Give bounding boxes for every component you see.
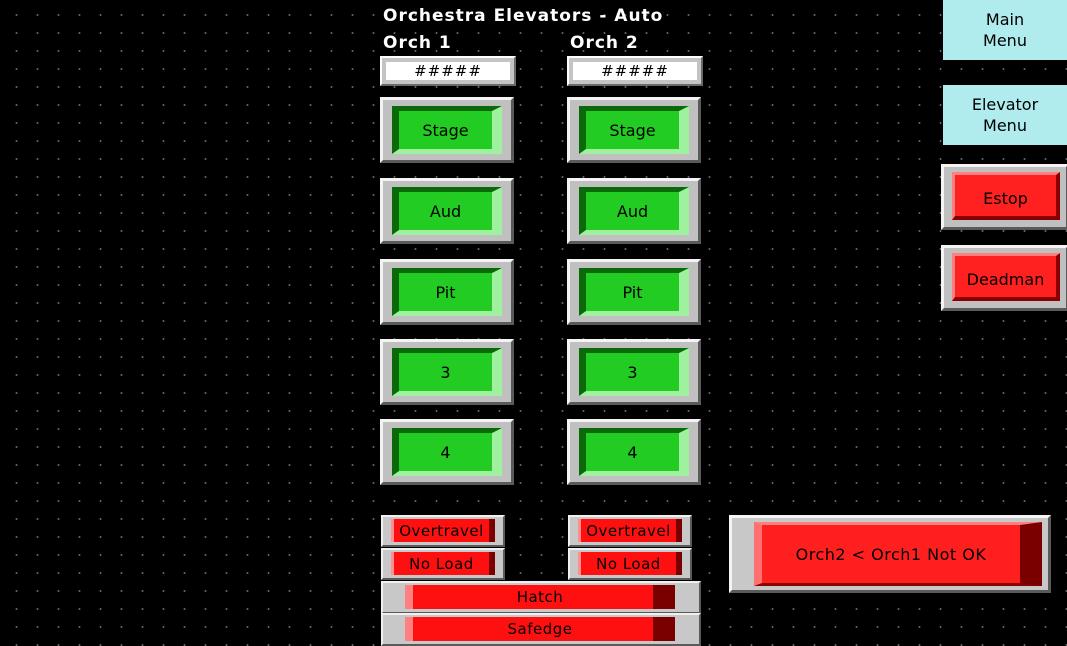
orch1-noload-text: No Load [391,552,495,575]
orch2-stage-label: Stage [579,106,689,154]
orch2-overtravel-indicator: Overtravel [568,515,692,547]
orch-compare-alarm-text: Orch2 < Orch1 Not OK [754,522,1042,586]
estop-label: Estop [952,172,1060,220]
deadman-label: Deadman [952,253,1060,301]
elevator-menu-button[interactable]: Elevator Menu [943,85,1067,145]
orch2-pit-label: Pit [579,268,689,316]
orch2-noload-text: No Load [578,552,682,575]
orch2-level3-button[interactable]: 3 [567,339,701,405]
orch2-level3-label: 3 [579,348,689,396]
orch1-stage-button[interactable]: Stage [380,97,514,163]
orch2-position-value: ##### [573,62,697,80]
orch2-level4-button[interactable]: 4 [567,419,701,485]
orch2-aud-label: Aud [579,187,689,235]
orch1-pit-button[interactable]: Pit [380,259,514,325]
orch2-position-readout: ##### [567,56,703,86]
orch1-overtravel-text: Overtravel [391,519,495,542]
orch1-aud-label: Aud [392,187,502,235]
orch2-stage-button[interactable]: Stage [567,97,701,163]
orch2-level4-label: 4 [579,428,689,476]
hatch-text: Hatch [405,585,675,609]
orch2-aud-button[interactable]: Aud [567,178,701,244]
estop-button[interactable]: Estop [941,164,1067,230]
orch2-noload-indicator: No Load [568,548,692,580]
orch1-position-readout: ##### [380,56,516,86]
orch1-aud-button[interactable]: Aud [380,178,514,244]
orch1-level3-label: 3 [392,348,502,396]
page-title: Orchestra Elevators - Auto [383,6,664,26]
deadman-button[interactable]: Deadman [941,245,1067,311]
orch1-stage-label: Stage [392,106,502,154]
hatch-indicator: Hatch [381,581,701,614]
orch2-overtravel-text: Overtravel [578,519,682,542]
orch1-noload-indicator: No Load [381,548,505,580]
orch1-position-value: ##### [386,62,510,80]
orch1-overtravel-indicator: Overtravel [381,515,505,547]
orch1-level4-label: 4 [392,428,502,476]
orch1-pit-label: Pit [392,268,502,316]
orch1-level3-button[interactable]: 3 [380,339,514,405]
safedge-indicator: Safedge [381,613,701,646]
safedge-text: Safedge [405,617,675,641]
main-menu-button[interactable]: Main Menu [943,0,1067,60]
orch2-pit-button[interactable]: Pit [567,259,701,325]
orch2-label: Orch 2 [570,33,639,53]
orch1-level4-button[interactable]: 4 [380,419,514,485]
orch1-label: Orch 1 [383,33,452,53]
orch-compare-alarm: Orch2 < Orch1 Not OK [729,515,1051,593]
